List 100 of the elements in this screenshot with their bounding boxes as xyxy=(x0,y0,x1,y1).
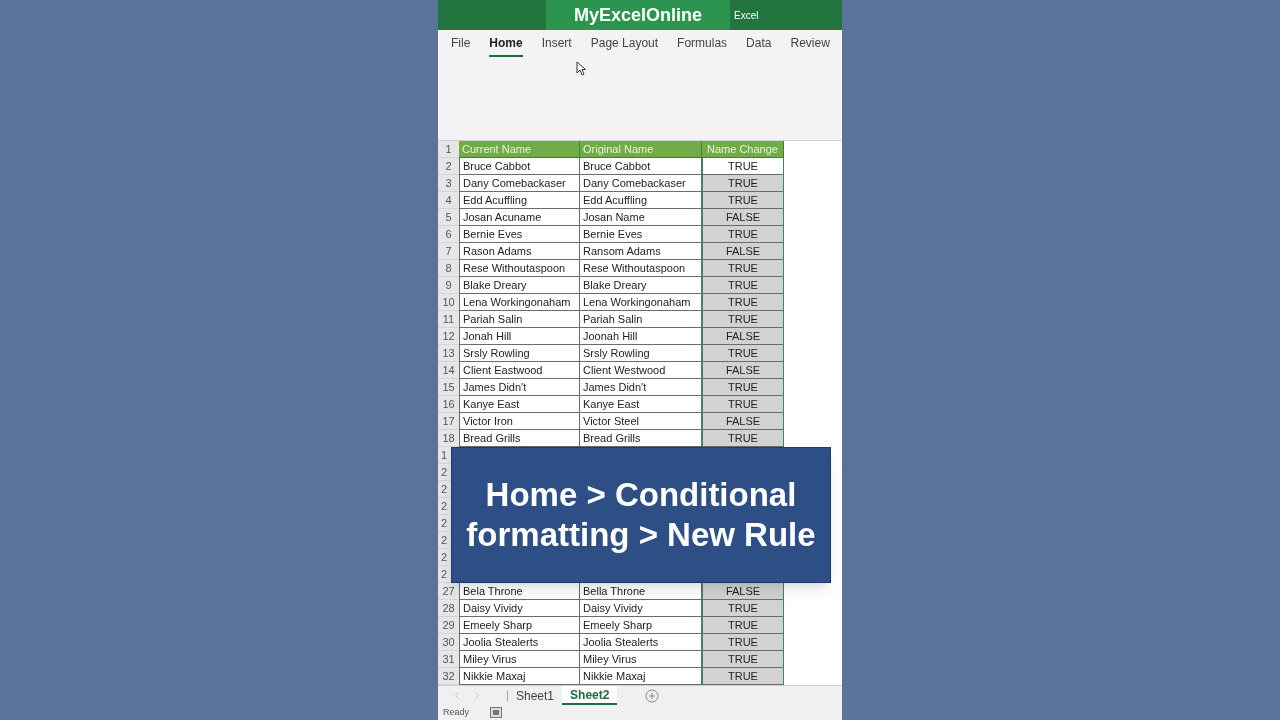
row-number: 2 xyxy=(441,500,448,512)
table-cell: Joonah Hill xyxy=(580,328,702,345)
column-header: Name Change xyxy=(702,141,784,158)
row-number: 32 xyxy=(438,668,459,685)
table-cell: Client Westwood xyxy=(580,362,702,379)
row-number: 31 xyxy=(438,651,459,668)
app-title: Excel xyxy=(734,8,759,23)
table-cell: TRUE xyxy=(702,396,784,413)
row-number: 4 xyxy=(438,192,459,209)
table-cell: James Didn't xyxy=(459,379,580,396)
table-cell: Emeely Sharp xyxy=(459,617,580,634)
row-number: 7 xyxy=(438,243,459,260)
table-cell: TRUE xyxy=(702,226,784,243)
table-cell: Client Eastwood xyxy=(459,362,580,379)
table-cell: Bread Grills xyxy=(459,430,580,447)
table-cell: TRUE xyxy=(702,192,784,209)
ribbon-tab[interactable]: Data xyxy=(746,31,772,57)
table-cell: Bread Grills xyxy=(580,430,702,447)
table-cell: Josan Acuname xyxy=(459,209,580,226)
table-cell: Dany Comebackaser xyxy=(459,175,580,192)
table-cell: TRUE xyxy=(702,600,784,617)
table-cell: Edd Acuffling xyxy=(580,192,702,209)
table-cell: FALSE xyxy=(702,583,784,600)
ribbon-tab[interactable]: Review xyxy=(790,31,830,57)
ribbon-tab[interactable]: Insert xyxy=(541,31,572,57)
row-number: 2 xyxy=(441,483,448,495)
table-cell: TRUE xyxy=(702,260,784,277)
table-cell: TRUE xyxy=(702,651,784,668)
row-number: 2 xyxy=(441,466,448,478)
table-cell: James Didn't xyxy=(580,379,702,396)
table-cell: TRUE xyxy=(702,158,784,175)
table-cell: Rese Withoutaspoon xyxy=(580,260,702,277)
table-cell: Kanye East xyxy=(459,396,580,413)
row-number: 1 xyxy=(438,141,459,158)
row-number: 16 xyxy=(438,396,459,413)
scroll-right-icon[interactable] xyxy=(475,692,479,699)
row-number: 5 xyxy=(438,209,459,226)
table-cell: TRUE xyxy=(702,617,784,634)
ribbon-tab[interactable]: File xyxy=(451,31,471,57)
table-cell: Blake Dreary xyxy=(580,277,702,294)
row-number: 6 xyxy=(438,226,459,243)
table-cell: Victor Iron xyxy=(459,413,580,430)
ribbon-tab[interactable]: Home xyxy=(489,31,523,57)
row-number: 1 xyxy=(441,449,448,461)
table-cell: Bruce Cabbot xyxy=(580,158,702,175)
row-number: 2 xyxy=(441,534,448,546)
table-cell: Daisy Vividy xyxy=(459,600,580,617)
table-cell: Miley Virus xyxy=(459,651,580,668)
row-number: 2 xyxy=(441,517,448,529)
table-cell: TRUE xyxy=(702,430,784,447)
row-number: 3 xyxy=(438,175,459,192)
row-number: 2 xyxy=(441,568,448,580)
table-cell: TRUE xyxy=(702,345,784,362)
row-number: 27 xyxy=(438,583,459,600)
sheet-tab[interactable]: Sheet2 xyxy=(562,686,618,705)
add-sheet-icon[interactable] xyxy=(645,688,660,703)
table-cell: Nikkie Maxaj xyxy=(459,668,580,685)
table-cell: FALSE xyxy=(702,413,784,430)
table-cell: Daisy Vividy xyxy=(580,600,702,617)
table-cell: Bela Throne xyxy=(459,583,580,600)
table-cell: Srsly Rowling xyxy=(459,345,580,362)
caption-text: Home > Conditional formatting > New Rule xyxy=(466,475,816,555)
column-header: Original Name xyxy=(580,141,702,158)
row-number: 12 xyxy=(438,328,459,345)
table-cell: Bruce Cabbot xyxy=(459,158,580,175)
table-cell: Bernie Eves xyxy=(459,226,580,243)
table-cell: Pariah Salin xyxy=(580,311,702,328)
table-cell: TRUE xyxy=(702,311,784,328)
table-cell: Jonah Hill xyxy=(459,328,580,345)
mouse-pointer-icon xyxy=(576,61,586,76)
table-cell: TRUE xyxy=(702,634,784,651)
table-cell: Bella Throne xyxy=(580,583,702,600)
table-cell: Ransom Adams xyxy=(580,243,702,260)
row-number: 18 xyxy=(438,430,459,447)
table-cell: TRUE xyxy=(702,294,784,311)
table-cell: TRUE xyxy=(702,175,784,192)
table-cell: Joolia Stealerts xyxy=(580,634,702,651)
table-cell: Rese Withoutaspoon xyxy=(459,260,580,277)
row-number: 10 xyxy=(438,294,459,311)
table-cell: FALSE xyxy=(702,243,784,260)
table-cell: Emeely Sharp xyxy=(580,617,702,634)
ribbon-tab[interactable]: Formulas xyxy=(677,31,728,57)
table-cell: Kanye East xyxy=(580,396,702,413)
table-cell: Bernie Eves xyxy=(580,226,702,243)
column-header: Current Name xyxy=(459,141,580,158)
row-number: 15 xyxy=(438,379,459,396)
row-number: 17 xyxy=(438,413,459,430)
table-cell: Josan Name xyxy=(580,209,702,226)
macro-record-icon[interactable] xyxy=(490,707,502,718)
row-number: 2 xyxy=(441,551,448,563)
row-number: 2 xyxy=(438,158,459,175)
row-number: 14 xyxy=(438,362,459,379)
table-cell: Nikkie Maxaj xyxy=(580,668,702,685)
table-cell: Victor Steel xyxy=(580,413,702,430)
row-number: 30 xyxy=(438,634,459,651)
row-number: 13 xyxy=(438,345,459,362)
table-cell: Miley Virus xyxy=(580,651,702,668)
sheet-tab[interactable]: Sheet1 xyxy=(508,686,563,705)
scroll-left-icon[interactable] xyxy=(455,692,459,699)
ribbon-tab[interactable]: Page Layout xyxy=(590,31,659,57)
